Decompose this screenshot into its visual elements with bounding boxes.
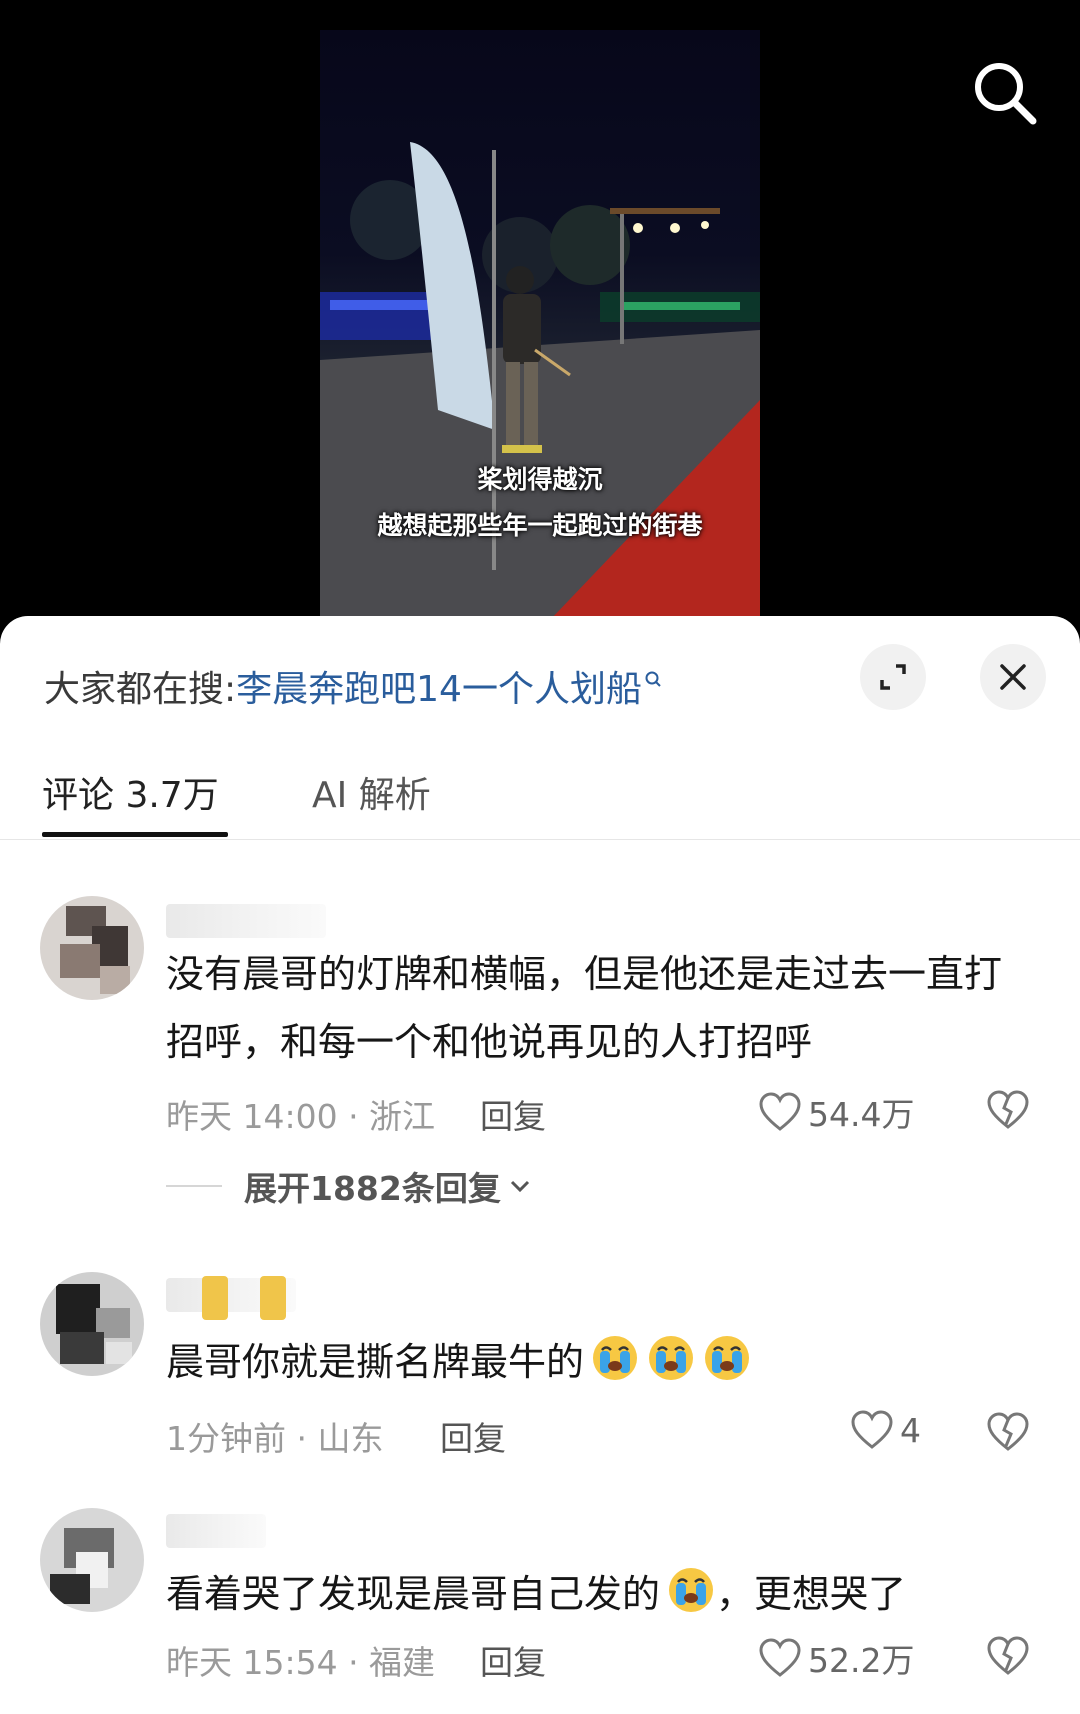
trending-prefix: 大家都在搜: bbox=[44, 669, 237, 710]
comment-sheet: 大家都在搜:李晨奔跑吧14一个人划船 评论 3.7万 AI 解析 没有晨哥的灯牌… bbox=[0, 616, 1080, 1714]
expand-replies[interactable]: 展开1882条回复 bbox=[166, 1162, 533, 1210]
heart-icon bbox=[851, 1410, 893, 1449]
comment-text: 晨哥你就是撕名牌最牛的 bbox=[166, 1328, 1006, 1396]
chevron-down-icon bbox=[510, 1180, 529, 1193]
comment-text-part1: 看着哭了发现是晨哥自己发的 bbox=[166, 1572, 661, 1616]
username-blurred[interactable] bbox=[166, 1276, 296, 1320]
tab-comments[interactable]: 评论 3.7万 bbox=[42, 766, 219, 840]
dislike-button[interactable] bbox=[986, 1636, 1030, 1680]
dislike-button[interactable] bbox=[986, 1090, 1030, 1134]
small-search-icon bbox=[644, 660, 662, 701]
like-button[interactable]: 54.4万 bbox=[758, 1088, 914, 1136]
video-player[interactable]: 桨划得越沉 越想起那些年一起跑过的街巷 bbox=[0, 0, 1080, 640]
avatar[interactable] bbox=[40, 1272, 144, 1376]
heart-icon bbox=[759, 1638, 801, 1677]
search-button[interactable] bbox=[970, 58, 1040, 128]
comment-text-part2: ，更想哭了 bbox=[716, 1572, 907, 1616]
trending-search[interactable]: 大家都在搜:李晨奔跑吧14一个人划船 bbox=[44, 660, 662, 712]
like-button[interactable]: 4 bbox=[850, 1410, 921, 1450]
search-icon bbox=[975, 63, 1037, 125]
crying-emoji-icon bbox=[666, 1565, 716, 1615]
close-button[interactable] bbox=[980, 644, 1046, 710]
comment-text: 没有晨哥的灯牌和横幅，但是他还是走过去一直打招呼，和每一个和他说再见的人打招呼 bbox=[166, 952, 1003, 1064]
broken-heart-icon bbox=[987, 1412, 1029, 1451]
like-count: 52.2万 bbox=[808, 1641, 915, 1680]
video-frame[interactable]: 桨划得越沉 越想起那些年一起跑过的街巷 bbox=[320, 30, 760, 620]
crying-emoji-icon bbox=[702, 1333, 752, 1383]
video-caption-line1: 桨划得越沉 bbox=[477, 465, 603, 494]
reply-button[interactable]: 回复 bbox=[440, 1412, 506, 1460]
tab-ai-analysis[interactable]: AI 解析 bbox=[312, 766, 431, 840]
broken-heart-icon bbox=[987, 1636, 1029, 1675]
reply-button[interactable]: 回复 bbox=[480, 1636, 546, 1684]
expand-button[interactable] bbox=[860, 644, 926, 710]
divider-line bbox=[166, 1185, 222, 1187]
comment-text: 看着哭了发现是晨哥自己发的 ，更想哭了 bbox=[166, 1560, 1006, 1628]
like-count: 54.4万 bbox=[808, 1095, 915, 1134]
like-button[interactable]: 52.2万 bbox=[758, 1634, 914, 1682]
dislike-button[interactable] bbox=[986, 1412, 1030, 1456]
reply-button[interactable]: 回复 bbox=[480, 1090, 546, 1138]
video-caption-line2: 越想起那些年一起跑过的街巷 bbox=[377, 511, 703, 540]
tab-bar: 评论 3.7万 AI 解析 bbox=[0, 766, 1080, 840]
avatar[interactable] bbox=[40, 896, 144, 1000]
comment-meta: 昨天 15:54 · 福建 bbox=[166, 1643, 436, 1682]
comment-meta: 1分钟前 · 山东 bbox=[166, 1419, 384, 1458]
avatar[interactable] bbox=[40, 1508, 144, 1612]
close-icon bbox=[1000, 664, 1026, 690]
like-count: 4 bbox=[900, 1410, 921, 1450]
comment-meta: 昨天 14:00 · 浙江 bbox=[166, 1097, 436, 1136]
broken-heart-icon bbox=[987, 1090, 1029, 1129]
trending-keyword[interactable]: 李晨奔跑吧14一个人划船 bbox=[236, 669, 642, 710]
comment-text-body: 晨哥你就是撕名牌最牛的 bbox=[166, 1340, 585, 1384]
expand-replies-label: 展开1882条回复 bbox=[244, 1169, 501, 1208]
crying-emoji-icon bbox=[646, 1333, 696, 1383]
expand-icon bbox=[880, 664, 906, 690]
username-blurred[interactable] bbox=[166, 904, 326, 938]
heart-icon bbox=[759, 1092, 801, 1131]
username-blurred[interactable] bbox=[166, 1514, 266, 1548]
crying-emoji-icon bbox=[590, 1333, 640, 1383]
active-tab-indicator bbox=[42, 832, 228, 837]
